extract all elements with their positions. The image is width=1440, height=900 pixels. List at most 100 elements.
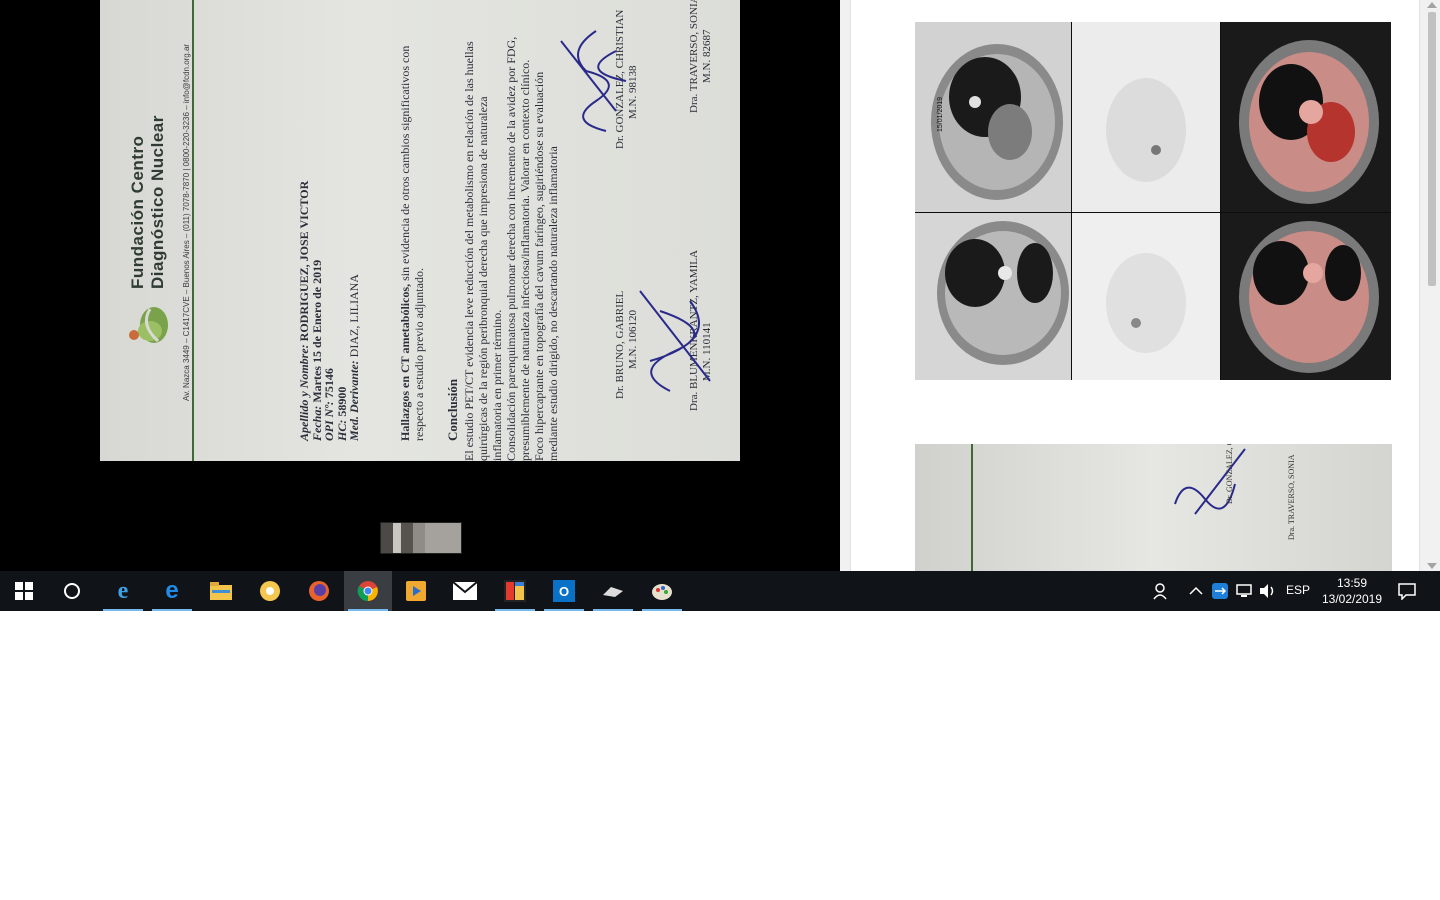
running-indicator: [544, 609, 584, 611]
outlook-icon: O: [553, 580, 575, 602]
mail-icon: [453, 582, 477, 600]
document-photo: Fundación Centro Diagnóstico Nuclear Av.…: [100, 0, 740, 461]
scanner-icon: [603, 587, 623, 597]
taskbar-scanner-app[interactable]: [589, 571, 637, 611]
pet-slice-bottom: [1072, 213, 1220, 380]
pet-slice-drawing: [1072, 22, 1220, 212]
right-pane[interactable]: 15/01/2019 Dr. GONZALEZ, CHRISTIAN Dra. …: [840, 0, 1440, 571]
conclusion-line: Consolidación parenquimatosa pulmonar de…: [504, 36, 518, 461]
ct-slice-drawing: [915, 213, 1071, 380]
taskbar-chrome[interactable]: [344, 571, 392, 611]
signature-name: Dra. TRAVERSO, SONIA: [688, 0, 700, 113]
handwritten-signature-2: [639, 290, 711, 392]
scroll-up-icon[interactable]: [1427, 2, 1437, 8]
show-hidden-icons-chevron-up-icon[interactable]: [1186, 581, 1206, 601]
scan-date-stamp: 15/01/2019: [937, 96, 944, 132]
taskbar-internet-explorer[interactable]: e: [99, 571, 147, 611]
handwritten-signature-thumb: [1174, 448, 1246, 515]
patient-info: Apellido y Nombre: RODRIGUEZ, JOSE VICTO…: [297, 181, 361, 441]
fusion-slice-bottom: [1221, 213, 1391, 380]
report-page: Fundación Centro Diagnóstico Nuclear Av.…: [100, 0, 740, 461]
taskbar-clock[interactable]: 13:59 13/02/2019: [1318, 575, 1386, 607]
taskbar-photo-app[interactable]: [491, 571, 539, 611]
taskbar-paint-app[interactable]: [638, 571, 686, 611]
header-divider: [192, 0, 194, 461]
volume-glyph: [1260, 584, 1274, 598]
signature-traverso: Dra. TRAVERSO, SONIA M.N. 82687: [688, 0, 714, 113]
cortana-icon: [64, 583, 80, 599]
pet-ct-scan-image[interactable]: 15/01/2019: [915, 22, 1391, 380]
clock-time: 13:59: [1336, 576, 1368, 590]
taskbar-firefox[interactable]: [295, 571, 343, 611]
notification-glyph: [1398, 583, 1416, 600]
people-glyph: [1153, 583, 1167, 600]
running-indicator: [495, 609, 535, 611]
svg-text:O: O: [559, 584, 569, 599]
pet-slice-drawing: [1072, 213, 1220, 380]
firefox-icon: [309, 581, 329, 601]
windows-taskbar: e e O ESP 13:59 13/02/2019: [0, 571, 1440, 611]
report-photo-thumbnail[interactable]: Dr. GONZALEZ, CHRISTIAN Dra. TRAVERSO, S…: [915, 444, 1392, 571]
photo-icon: [504, 580, 526, 602]
clock-date: 13/02/2019: [1321, 592, 1383, 606]
findings-heading: Hallazgos en CT ametabólicos,: [398, 283, 412, 441]
conclusion-line: inflamatoria en primer término.: [490, 309, 504, 461]
conclusion-line: Foco hipercaptante en topografía del cav…: [532, 71, 546, 461]
image-list[interactable]: 15/01/2019 Dr. GONZALEZ, CHRISTIAN Dra. …: [850, 0, 1420, 571]
header-divider: [971, 444, 973, 571]
fusion-slice-drawing: [1221, 22, 1391, 212]
windows-icon: [15, 582, 33, 600]
fcdn-logo-icon: [129, 307, 168, 343]
running-indicator: [103, 609, 143, 611]
thumb-signature-name-2: Dra. TRAVERSO, SONIA: [1287, 454, 1296, 541]
language-indicator[interactable]: ESP: [1286, 583, 1310, 597]
findings-paragraph: Hallazgos en CT ametabólicos, sin eviden…: [398, 11, 426, 441]
cortana-button[interactable]: [48, 571, 96, 611]
scroll-down-icon[interactable]: [1427, 563, 1437, 569]
brand-name-line1: Fundación Centro: [128, 135, 147, 289]
signature-name: Dr. BRUNO, GABRIEL: [614, 290, 626, 399]
picasa-icon: [260, 581, 280, 601]
med-value: DIAZ, LILIANA: [347, 274, 361, 358]
ct-slice-bottom-left: [915, 213, 1071, 380]
taskbar-mail[interactable]: [441, 571, 489, 611]
running-indicator: [593, 609, 633, 611]
taskbar-picasa[interactable]: [246, 571, 294, 611]
scrollbar-thumb[interactable]: [1428, 12, 1436, 286]
start-button[interactable]: [0, 571, 48, 611]
taskbar-media-player[interactable]: [392, 571, 440, 611]
media-icon: [406, 581, 426, 601]
brand-name-line2: Diagnóstico Nuclear: [148, 115, 167, 289]
folder-icon: [210, 582, 232, 600]
running-indicator: [642, 609, 682, 611]
med-label: Med. Derivante:: [347, 360, 361, 441]
network-icon[interactable]: [1234, 581, 1254, 601]
running-indicator: [152, 609, 192, 611]
running-indicator: [348, 609, 388, 611]
thumb-signature-name: Dr. GONZALEZ, CHRISTIAN: [1225, 444, 1234, 504]
vertical-scrollbar[interactable]: [1424, 0, 1440, 571]
teamviewer-icon[interactable]: [1210, 581, 1230, 601]
teamviewer-glyph: [1212, 583, 1228, 599]
ie-icon: e: [117, 577, 129, 604]
conclusion-text: El estudio PET/CT evidencia leve reducci…: [462, 0, 560, 461]
conclusion-line: El estudio PET/CT evidencia leve reducci…: [462, 41, 476, 461]
taskbar-edge[interactable]: e: [148, 571, 196, 611]
network-glyph: [1236, 584, 1252, 597]
thumbnail-strip[interactable]: [380, 522, 462, 554]
signature-mn: M.N. 82687: [701, 29, 713, 83]
taskbar-file-explorer[interactable]: [197, 571, 245, 611]
volume-icon[interactable]: [1258, 581, 1278, 601]
edge-icon: e: [165, 577, 179, 604]
address-line: Av. Nazca 3449 – C1417CVE – Buenos Aires…: [182, 43, 191, 401]
chrome-icon: [357, 581, 378, 602]
chevron-up-glyph: [1189, 586, 1203, 595]
conclusion-line: quirúrgicas de la región peribronquial d…: [476, 96, 490, 461]
handwritten-signature-1: [560, 30, 627, 132]
pet-slice-top: [1072, 22, 1220, 212]
conclusion-line: presumiblemente de naturaleza infecciosa…: [518, 59, 532, 461]
people-icon[interactable]: [1151, 581, 1171, 601]
action-center-icon[interactable]: [1397, 581, 1417, 601]
taskbar-outlook[interactable]: O: [540, 571, 588, 611]
image-viewer[interactable]: Fundación Centro Diagnóstico Nuclear Av.…: [0, 0, 840, 571]
